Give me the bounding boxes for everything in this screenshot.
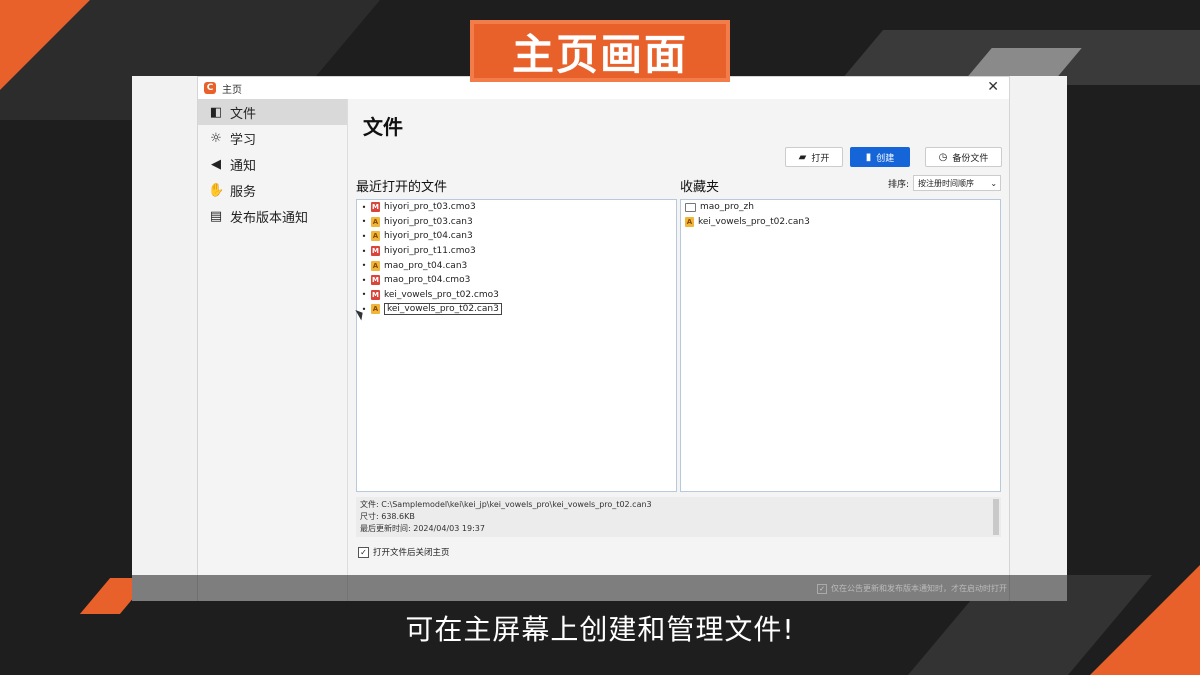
list-item[interactable]: • Akei_vowels_pro_t02.can3 — [357, 302, 676, 317]
folder-open-icon: ▰ — [798, 151, 807, 163]
sidebar-item-notice[interactable]: ◀ 通知 — [198, 151, 347, 177]
close-on-open-option[interactable]: ✓ 打开文件后关闭主页 — [358, 546, 450, 558]
main-panel: 文件 ▰ 打开 ▮ 创建 ◷ 备份文件 最近打开的文件 收藏夹 排序: 按注册时… — [348, 99, 1009, 601]
page-banner-title: 主页画面 — [470, 20, 730, 82]
chevron-down-icon: ⌄ — [990, 178, 998, 188]
startup-checkbox[interactable]: ✓ — [817, 583, 827, 594]
file-icon: ◧ — [209, 104, 223, 120]
bullet-icon: • — [361, 275, 367, 285]
bullet-icon: • — [361, 231, 367, 241]
megaphone-icon: ◀ — [211, 156, 221, 172]
file-name: mao_pro_t04.cmo3 — [384, 275, 471, 286]
sidebar-item-service[interactable]: ✋ 服务 — [198, 177, 347, 203]
bullet-icon: • — [361, 202, 367, 212]
history-icon: ◷ — [938, 151, 948, 163]
cmo-file-icon: M — [371, 246, 380, 257]
can-file-icon: A — [371, 216, 380, 227]
list-item[interactable]: mao_pro_zh — [681, 200, 1000, 215]
close-button[interactable]: ✕ — [987, 79, 999, 95]
info-scrollbar[interactable] — [993, 499, 999, 535]
recent-files-list: • Mhiyori_pro_t03.cmo3 • Ahiyori_pro_t03.ca… — [356, 199, 677, 492]
list-item[interactable]: • Mmao_pro_t04.cmo3 — [357, 273, 676, 288]
file-name: kei_vowels_pro_t02.cmo3 — [384, 289, 499, 300]
home-window: C 主页 ✕ ◧ 文件 ☼ 学习 ◀ 通知 ✋ 服务 ▤ 发布版本通知 文件 ▰… — [197, 76, 1010, 601]
window-title: 主页 — [222, 84, 242, 96]
newspaper-icon: ▤ — [209, 208, 223, 224]
list-item[interactable]: • Mhiyori_pro_t03.cmo3 — [357, 200, 676, 215]
sidebar-item-label: 通知 — [230, 158, 257, 174]
sidebar-item-file[interactable]: ◧ 文件 — [198, 99, 347, 125]
can-file-icon: A — [371, 260, 380, 271]
file-path-text: 文件: C:\Samplemodel\kei\kei_jp\kei_vowels… — [360, 500, 652, 509]
file-name: mao_pro_t04.can3 — [384, 260, 468, 271]
open-button-label: 打开 — [811, 153, 830, 164]
sort-control: 排序: 按注册时间顺序 ⌄ — [888, 175, 1002, 191]
folder-icon — [685, 202, 696, 212]
sort-value: 按注册时间顺序 — [918, 178, 975, 188]
file-name: hiyori_pro_t11.cmo3 — [384, 246, 476, 257]
new-file-icon: ▮ — [865, 151, 872, 163]
close-on-open-label: 打开文件后关闭主页 — [373, 548, 450, 558]
file-name: hiyori_pro_t03.cmo3 — [384, 202, 476, 213]
file-size-text: 尺寸: 638.6KB — [360, 512, 415, 521]
create-button[interactable]: ▮ 创建 — [850, 147, 910, 167]
file-name: hiyori_pro_t03.can3 — [384, 216, 473, 227]
file-name: hiyori_pro_t04.can3 — [384, 231, 473, 242]
close-on-open-checkbox[interactable]: ✓ — [358, 546, 369, 558]
hand-service-icon: ✋ — [208, 182, 225, 198]
startup-option[interactable]: ✓ 仅在公告更新和发布版本通知时，才在启动时打开 — [817, 583, 1007, 594]
file-name: kei_vowels_pro_t02.can3 — [698, 216, 810, 227]
bullet-icon: • — [361, 290, 367, 300]
sidebar-item-label: 学习 — [230, 132, 257, 148]
sidebar-item-label: 文件 — [230, 106, 257, 122]
favorites-list: mao_pro_zh Akei_vowels_pro_t02.can3 — [680, 199, 1001, 492]
sidebar-item-label: 服务 — [230, 184, 257, 200]
cmo-file-icon: M — [371, 275, 380, 286]
page-title: 文件 — [363, 115, 403, 139]
file-info-panel: 文件: C:\Samplemodel\kei\kei_jp\kei_vowels… — [356, 497, 1001, 537]
create-button-label: 创建 — [876, 153, 895, 164]
cmo-file-icon: M — [371, 289, 380, 300]
startup-option-label: 仅在公告更新和发布版本通知时，才在启动时打开 — [831, 584, 1007, 593]
list-item[interactable]: • Ahiyori_pro_t04.can3 — [357, 229, 676, 244]
lightbulb-icon: ☼ — [210, 130, 222, 146]
list-item[interactable]: Akei_vowels_pro_t02.can3 — [681, 215, 1000, 230]
sidebar-item-learn[interactable]: ☼ 学习 — [198, 125, 347, 151]
list-item[interactable]: • Ahiyori_pro_t03.can3 — [357, 215, 676, 230]
sort-label: 排序: — [888, 179, 910, 190]
open-button[interactable]: ▰ 打开 — [785, 147, 843, 167]
favorites-label: 收藏夹 — [680, 180, 720, 195]
sidebar-item-label: 发布版本通知 — [230, 210, 309, 226]
recent-files-label: 最近打开的文件 — [356, 180, 448, 195]
video-subtitle: 可在主屏幕上创建和管理文件! — [405, 613, 795, 646]
bullet-icon: • — [361, 217, 367, 227]
can-file-icon: A — [685, 216, 694, 227]
app-logo-icon: C — [204, 82, 216, 94]
sidebar-item-release-notes[interactable]: ▤ 发布版本通知 — [198, 203, 347, 229]
sidebar: ◧ 文件 ☼ 学习 ◀ 通知 ✋ 服务 ▤ 发布版本通知 — [198, 99, 348, 601]
can-file-icon: A — [371, 231, 380, 242]
list-item[interactable]: • Mhiyori_pro_t11.cmo3 — [357, 244, 676, 259]
backup-button-label: 备份文件 — [952, 153, 989, 164]
bullet-icon: • — [361, 246, 367, 256]
file-name: kei_vowels_pro_t02.can3 — [384, 303, 502, 316]
bullet-icon: • — [361, 261, 367, 271]
bg-orange-corner-tl — [0, 0, 90, 90]
list-item[interactable]: • Amao_pro_t04.can3 — [357, 258, 676, 273]
cmo-file-icon: M — [371, 202, 380, 213]
file-updated-text: 最后更新时间: 2024/04/03 19:37 — [360, 524, 485, 533]
footer-bar: ✓ 仅在公告更新和发布版本通知时，才在启动时打开 — [132, 575, 1067, 601]
can-file-icon: A — [371, 304, 380, 315]
sort-select[interactable]: 按注册时间顺序 ⌄ — [913, 175, 1002, 191]
file-name: mao_pro_zh — [700, 202, 754, 213]
backup-button[interactable]: ◷ 备份文件 — [925, 147, 1002, 167]
list-item[interactable]: • Mkei_vowels_pro_t02.cmo3 — [357, 288, 676, 303]
